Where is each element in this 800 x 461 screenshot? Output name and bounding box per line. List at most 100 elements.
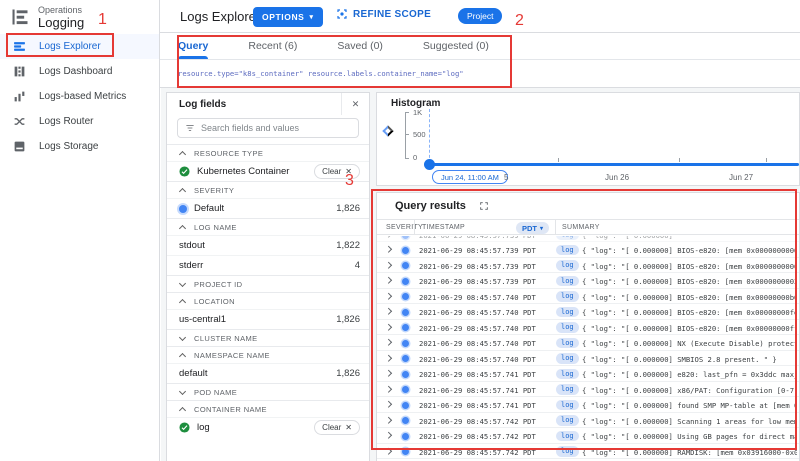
- close-log-fields-button[interactable]: ✕: [341, 93, 369, 115]
- log-summary: { "log": "[ 0.000000] BIOS-e820: [mem 0x…: [582, 293, 797, 302]
- log-field-chip[interactable]: log: [556, 415, 579, 426]
- histogram-marker-line: [429, 109, 430, 163]
- field-item-default[interactable]: default1,826: [167, 363, 369, 383]
- log-summary: { "log": "[ 0.000000] BIOS-e820: [mem 0x…: [582, 262, 797, 271]
- expand-row-icon[interactable]: [385, 448, 391, 454]
- query-text[interactable]: resource.type="k8s_container" resource.l…: [178, 69, 464, 78]
- field-item-default[interactable]: Default1,826: [167, 198, 369, 218]
- histogram-marker-label[interactable]: Jun 24, 11:00 AM: [432, 170, 508, 184]
- section-header-cluster-name[interactable]: CLUSTER NAME: [167, 329, 369, 346]
- log-row[interactable]: 2021-06-29 08:45:57.740 PDTlog{ "log": "…: [377, 304, 799, 320]
- histogram-timeline[interactable]: [430, 163, 799, 166]
- histogram-prev-button[interactable]: [382, 125, 393, 136]
- field-item-count: 1,826: [336, 314, 360, 325]
- log-fields-search[interactable]: [177, 118, 359, 138]
- sidebar-nav: Logs ExplorerLogs DashboardLogs-based Me…: [0, 34, 159, 159]
- log-field-chip[interactable]: log: [556, 236, 579, 240]
- log-field-chip[interactable]: log: [556, 245, 579, 256]
- logging-logo-icon: [10, 7, 30, 27]
- chevron-down-icon: ▾: [540, 225, 543, 232]
- section-header-pod-name[interactable]: POD NAME: [167, 383, 369, 400]
- section-header-location[interactable]: LOCATION: [167, 292, 369, 309]
- log-field-chip[interactable]: log: [556, 353, 579, 364]
- expand-row-icon[interactable]: [385, 370, 391, 376]
- expand-row-icon[interactable]: [385, 432, 391, 438]
- severity-default-icon: [402, 340, 409, 347]
- sidebar-item-logs-explorer[interactable]: Logs Explorer: [0, 34, 159, 59]
- expand-row-icon[interactable]: [385, 236, 391, 237]
- log-field-chip[interactable]: log: [556, 446, 579, 457]
- expand-row-icon[interactable]: [385, 293, 391, 299]
- tab-query[interactable]: Query: [178, 33, 208, 59]
- log-field-chip[interactable]: log: [556, 338, 579, 349]
- expand-row-icon[interactable]: [385, 417, 391, 423]
- query-editor[interactable]: resource.type="k8s_container" resource.l…: [160, 60, 800, 88]
- timezone-selector[interactable]: PDT ▾: [516, 222, 549, 234]
- expand-row-icon[interactable]: [385, 401, 391, 407]
- log-row[interactable]: 2021-06-29 08:45:57.740 PDTlog{ "log": "…: [377, 351, 799, 367]
- column-divider: [555, 220, 556, 234]
- clear-label: Clear: [322, 167, 341, 176]
- log-field-chip[interactable]: log: [556, 322, 579, 333]
- clear-filter-button[interactable]: Clear✕: [314, 164, 360, 179]
- clear-filter-button[interactable]: Clear✕: [314, 420, 360, 435]
- log-row[interactable]: 2021-06-29 08:45:57.741 PDTlog{ "log": "…: [377, 397, 799, 413]
- expand-row-icon[interactable]: [385, 324, 391, 330]
- histogram-marker-dot[interactable]: [424, 159, 435, 170]
- sidebar-item-logs-router[interactable]: Logs Router: [0, 109, 159, 134]
- project-scope-badge[interactable]: Project: [458, 8, 502, 24]
- log-field-chip[interactable]: log: [556, 291, 579, 302]
- log-row[interactable]: 2021-06-29 08:45:57.742 PDTlog{ "log": "…: [377, 444, 799, 460]
- field-item-stdout[interactable]: stdout1,822: [167, 235, 369, 255]
- log-row[interactable]: 2021-06-29 08:45:57.741 PDTlog{ "log": "…: [377, 382, 799, 398]
- expand-row-icon[interactable]: [385, 355, 391, 361]
- log-row[interactable]: 2021-06-29 08:45:57.740 PDTlog{ "log": "…: [377, 335, 799, 351]
- log-row[interactable]: 2021-06-29 08:45:57.739 PDTlog{ "log": "…: [377, 258, 799, 274]
- expand-row-icon[interactable]: [385, 386, 391, 392]
- section-name: CLUSTER NAME: [194, 334, 258, 343]
- tab-saved-0[interactable]: Saved (0): [337, 33, 383, 59]
- log-timestamp: 2021-06-29 08:45:57.740 PDT: [419, 355, 536, 364]
- expand-row-icon[interactable]: [385, 308, 391, 314]
- expand-row-icon[interactable]: [385, 277, 391, 283]
- log-row[interactable]: 2021-06-29 08:45:57.740 PDTlog{ "log": "…: [377, 320, 799, 336]
- log-field-chip[interactable]: log: [556, 260, 579, 271]
- expand-query-results-button[interactable]: [479, 201, 489, 211]
- section-name: RESOURCE TYPE: [194, 149, 263, 158]
- log-field-chip[interactable]: log: [556, 369, 579, 380]
- log-fields-search-input[interactable]: [201, 123, 351, 133]
- sidebar-item-logs-based-metrics[interactable]: Logs-based Metrics: [0, 84, 159, 109]
- field-item-kubernetes-container[interactable]: Kubernetes ContainerClear✕: [167, 161, 369, 181]
- log-field-chip[interactable]: log: [556, 276, 579, 287]
- section-header-namespace-name[interactable]: NAMESPACE NAME: [167, 346, 369, 363]
- refine-scope-button[interactable]: REFINE SCOPE: [336, 8, 431, 20]
- tab-recent-6[interactable]: Recent (6): [248, 33, 297, 59]
- section-header-resource-type[interactable]: RESOURCE TYPE: [167, 144, 369, 161]
- field-item-log[interactable]: logClear✕: [167, 417, 369, 437]
- options-button[interactable]: OPTIONS ▾: [253, 7, 323, 27]
- log-row[interactable]: 2021-06-29 08:45:57.742 PDTlog{ "log": "…: [377, 413, 799, 429]
- field-item-stderr[interactable]: stderr4: [167, 255, 369, 275]
- tab-suggested-0[interactable]: Suggested (0): [423, 33, 489, 59]
- expand-row-icon[interactable]: [385, 262, 391, 268]
- expand-row-icon[interactable]: [385, 339, 391, 345]
- log-row[interactable]: 2021-06-29 08:45:57.741 PDTlog{ "log": "…: [377, 366, 799, 382]
- sidebar-item-logs-storage[interactable]: Logs Storage: [0, 134, 159, 159]
- log-field-chip[interactable]: log: [556, 384, 579, 395]
- log-field-chip[interactable]: log: [556, 307, 579, 318]
- sidebar-item-logs-dashboard[interactable]: Logs Dashboard: [0, 59, 159, 84]
- expand-row-icon[interactable]: [385, 246, 391, 252]
- log-row[interactable]: 2021-06-29 08:45:57.739 PDTlog{ "log": "…: [377, 273, 799, 289]
- log-row[interactable]: 2021-06-29 08:45:57.740 PDTlog{ "log": "…: [377, 289, 799, 305]
- section-header-severity[interactable]: SEVERITY: [167, 181, 369, 198]
- log-row-content: 2021-06-29 08:45:57.741 PDTlog{ "log": "…: [377, 382, 799, 397]
- log-field-chip[interactable]: log: [556, 431, 579, 442]
- field-item-us-central1[interactable]: us-central11,826: [167, 309, 369, 329]
- log-row[interactable]: 2021-06-29 08:45:57.739 PDTlog{ "log": "…: [377, 242, 799, 258]
- log-field-chip[interactable]: log: [556, 400, 579, 411]
- section-header-log-name[interactable]: LOG NAME: [167, 218, 369, 235]
- log-row-content: 2021-06-29 08:45:57.740 PDTlog{ "log": "…: [377, 320, 799, 335]
- log-row[interactable]: 2021-06-29 08:45:57.742 PDTlog{ "log": "…: [377, 428, 799, 444]
- section-header-container-name[interactable]: CONTAINER NAME: [167, 400, 369, 417]
- section-header-project-id[interactable]: PROJECT ID: [167, 275, 369, 292]
